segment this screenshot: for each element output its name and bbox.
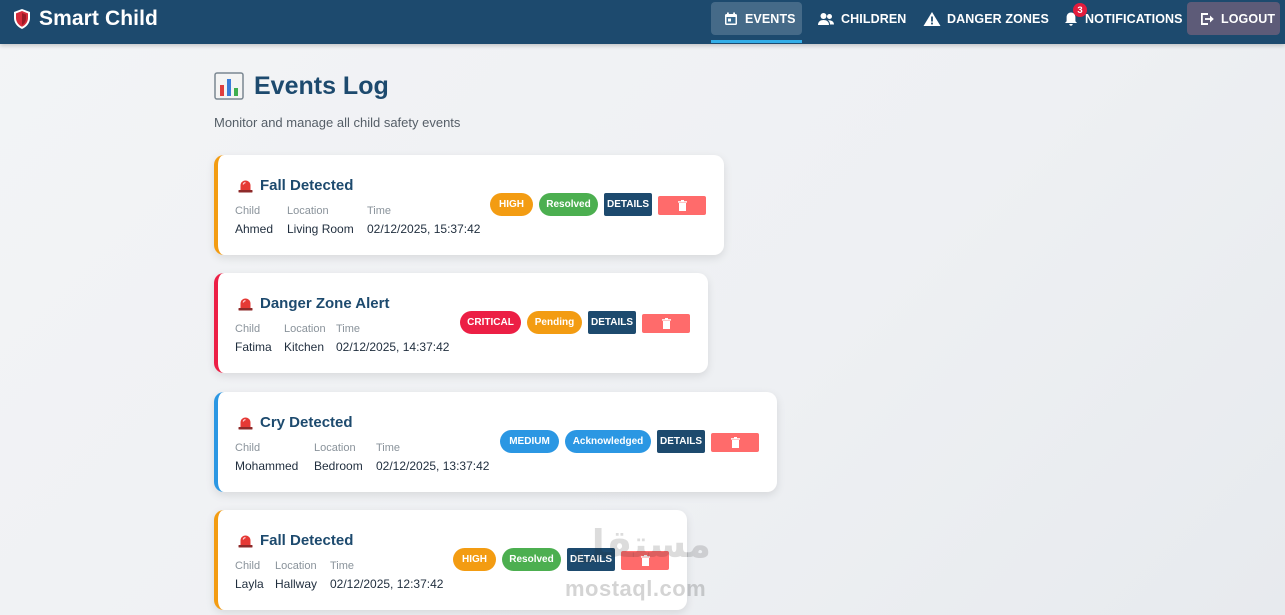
time-value: 02/12/2025, 12:37:42 [330,577,444,591]
siren-icon [237,296,254,311]
child-value: Layla [235,577,264,591]
nav-danger-zones[interactable]: DANGER ZONES [923,0,1049,38]
trash-icon [677,200,687,211]
time-value: 02/12/2025, 13:37:42 [376,459,490,473]
delete-button[interactable] [642,314,690,333]
location-value: Kitchen [284,340,325,354]
event-title: Fall Detected [237,532,353,549]
notification-count-badge: 3 [1073,3,1087,17]
trash-icon [640,555,650,566]
severity-badge: MEDIUM [500,430,559,453]
delete-button[interactable] [711,433,759,452]
severity-badge: HIGH [453,548,496,571]
child-label: Child [235,560,261,572]
brand-name: Smart Child [39,7,158,30]
logout-icon [1199,11,1215,27]
event-title-text: Fall Detected [260,177,354,194]
details-button[interactable]: DETAILS [657,430,705,453]
siren-icon [237,178,254,193]
event-time-field: Time 02/12/2025, 12:37:42 [330,560,443,591]
event-child-field: Child Ahmed [235,205,273,236]
nav-children-label: CHILDREN [841,12,907,26]
child-value: Ahmed [235,222,274,236]
event-location-field: Location Hallway [275,560,317,591]
event-card: Fall Detected Child Ahmed Location Livin… [214,155,724,255]
warning-icon [923,11,941,27]
status-badge: Resolved [502,548,561,571]
nav-children[interactable]: CHILDREN [817,0,906,38]
siren-icon [237,415,254,430]
severity-badge: CRITICAL [460,311,521,334]
people-icon [817,11,835,27]
time-value: 02/12/2025, 15:37:42 [367,222,481,236]
brand[interactable]: Smart Child [12,0,158,38]
top-navbar: Smart Child EVENTS CHILDREN DANGER ZONES… [0,0,1285,44]
location-value: Bedroom [314,459,363,473]
event-card: Danger Zone Alert Child Fatima Location … [214,273,708,373]
event-title: Danger Zone Alert [237,295,389,312]
event-child-field: Child Mohammed [235,442,298,473]
event-time-field: Time 02/12/2025, 14:37:42 [336,323,449,354]
event-time-field: Time 02/12/2025, 15:37:42 [367,205,480,236]
page-title: Events Log [214,70,389,102]
status-badge: Pending [527,311,582,334]
shield-icon [12,8,32,30]
event-location-field: Location Bedroom [314,442,363,473]
time-value: 02/12/2025, 14:37:42 [336,340,450,354]
siren-icon [237,533,254,548]
event-title-text: Fall Detected [260,532,354,549]
delete-button[interactable] [621,551,669,570]
location-label: Location [284,323,326,335]
nav-events-label: EVENTS [745,11,796,26]
delete-button[interactable] [658,196,706,215]
status-badge: Acknowledged [565,430,651,453]
time-label: Time [376,442,401,454]
status-badge: Resolved [539,193,598,216]
severity-badge: HIGH [490,193,533,216]
location-value: Living Room [287,222,354,236]
event-location-field: Location Living Room [287,205,354,236]
event-time-field: Time 02/12/2025, 13:37:42 [376,442,489,473]
details-button[interactable]: DETAILS [588,311,636,334]
details-button[interactable]: DETAILS [604,193,652,216]
location-label: Location [287,205,329,217]
bar-chart-icon [214,72,244,100]
event-title: Fall Detected [237,177,353,194]
event-card: Cry Detected Child Mohammed Location Bed… [214,392,777,492]
event-location-field: Location Kitchen [284,323,326,354]
child-label: Child [235,442,261,454]
trash-icon [661,318,671,329]
page-subtitle: Monitor and manage all child safety even… [214,115,461,130]
time-label: Time [336,323,361,335]
child-label: Child [235,205,261,217]
time-label: Time [367,205,392,217]
event-title: Cry Detected [237,414,353,431]
event-child-field: Child Fatima [235,323,272,354]
page-title-text: Events Log [254,71,389,100]
trash-icon [730,437,740,448]
location-label: Location [314,442,356,454]
calendar-icon [723,11,739,27]
location-label: Location [275,560,317,572]
time-label: Time [330,560,355,572]
logout-button[interactable]: LOGOUT [1187,2,1280,35]
event-card: Fall Detected Child Layla Location Hallw… [214,510,687,610]
nav-danger-zones-label: DANGER ZONES [947,12,1049,26]
details-button[interactable]: DETAILS [567,548,615,571]
logout-label: LOGOUT [1221,11,1276,26]
event-title-text: Danger Zone Alert [260,295,390,312]
location-value: Hallway [275,577,318,591]
nav-notifications-label: NOTIFICATIONS [1085,12,1183,26]
event-child-field: Child Layla [235,560,264,591]
child-label: Child [235,323,261,335]
child-value: Mohammed [235,459,299,473]
child-value: Fatima [235,340,272,354]
event-title-text: Cry Detected [260,414,353,431]
nav-events[interactable]: EVENTS [711,2,802,35]
nav-active-indicator [711,40,802,43]
